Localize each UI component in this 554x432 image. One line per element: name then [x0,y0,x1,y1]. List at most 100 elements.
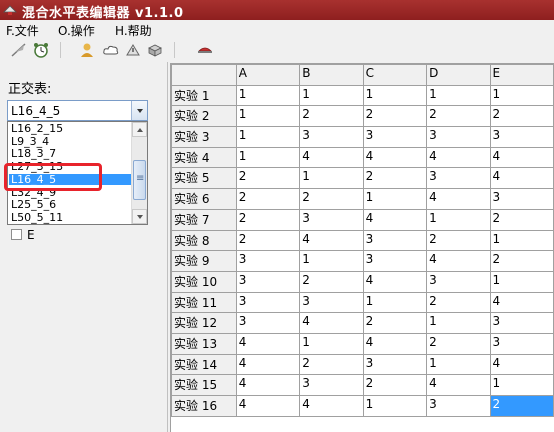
table-cell[interactable]: 3 [362,126,428,148]
menu-help[interactable]: H.帮助 [113,22,154,38]
table-cell[interactable]: 1 [235,126,301,148]
table-cell[interactable]: 4 [489,167,554,190]
table-cell[interactable]: 2 [299,270,364,293]
table-cell[interactable]: 1 [235,84,301,107]
table-cell[interactable]: 4 [299,229,364,252]
table-cell[interactable]: 1 [426,353,491,376]
table-cell[interactable]: 1 [489,229,554,252]
column-header[interactable]: A [235,64,301,86]
row-header[interactable]: 实验 3 [171,126,237,148]
table-cell[interactable]: 4 [362,332,428,355]
chevron-down-icon[interactable] [131,101,147,120]
feather-icon[interactable] [10,41,28,59]
table-cell[interactable]: 3 [362,229,428,252]
table-cell[interactable]: 4 [489,146,554,169]
table-cell[interactable]: 1 [426,208,491,231]
table-cell[interactable]: 3 [426,126,491,148]
row-header[interactable]: 实验 7 [171,208,237,231]
table-cell[interactable]: 4 [235,332,301,355]
table-cell[interactable]: 2 [426,291,491,314]
row-header[interactable]: 实验 4 [171,146,237,169]
table-cell[interactable]: 2 [489,395,554,417]
row-header[interactable]: 实验 5 [171,167,237,190]
warning-icon[interactable] [124,41,142,59]
table-cell[interactable]: 3 [426,395,491,417]
menu-operate[interactable]: O.操作 [56,22,97,38]
table-cell[interactable]: 4 [489,353,554,376]
row-header[interactable]: 实验 6 [171,188,237,210]
scroll-up-button[interactable] [132,122,147,137]
table-cell[interactable]: 2 [362,312,428,334]
dropdown-option[interactable]: L9_3_4 [9,136,131,147]
scroll-down-button[interactable] [132,209,147,224]
table-cell[interactable]: 1 [426,84,491,107]
table-cell[interactable]: 2 [426,229,491,252]
table-cell[interactable]: 2 [362,105,428,128]
table-cell[interactable]: 4 [362,270,428,293]
table-cell[interactable]: 1 [489,270,554,293]
table-cell[interactable]: 4 [235,395,301,417]
row-header[interactable]: 实验 10 [171,270,237,293]
table-cell[interactable]: 2 [489,105,554,128]
orthogonal-table-combobox[interactable]: L16_4_5 [7,100,148,121]
row-header[interactable]: 实验 16 [171,395,237,417]
table-cell[interactable]: 3 [299,126,364,148]
table-cell[interactable]: 4 [426,250,491,272]
table-cell[interactable]: 1 [299,332,364,355]
table-cell[interactable]: 3 [299,374,364,396]
table-cell[interactable]: 2 [235,229,301,252]
row-header[interactable]: 实验 1 [171,84,237,107]
row-header[interactable]: 实验 8 [171,229,237,252]
table-cell[interactable]: 2 [235,208,301,231]
cloud-icon[interactable] [102,41,120,59]
table-cell[interactable]: 3 [299,208,364,231]
table-cell[interactable]: 2 [426,105,491,128]
table-cell[interactable]: 2 [362,167,428,190]
table-cell[interactable]: 3 [362,353,428,376]
column-header[interactable]: D [426,64,491,86]
table-cell[interactable]: 1 [362,291,428,314]
column-header[interactable]: E [489,64,554,86]
table-cell[interactable]: 4 [299,146,364,169]
table-cell[interactable]: 3 [299,291,364,314]
table-cell[interactable]: 1 [299,84,364,107]
table-cell[interactable]: 4 [362,146,428,169]
table-cell[interactable]: 3 [489,188,554,210]
table-cell[interactable]: 4 [362,208,428,231]
table-cell[interactable]: 3 [489,312,554,334]
table-cell[interactable]: 2 [426,332,491,355]
table-cell[interactable]: 3 [426,270,491,293]
table-cell[interactable]: 3 [235,250,301,272]
dropdown-scrollbar[interactable] [131,122,147,224]
table-cell[interactable]: 3 [235,312,301,334]
row-header[interactable]: 实验 12 [171,312,237,334]
table-cell[interactable]: 4 [426,146,491,169]
table-cell[interactable]: 2 [299,105,364,128]
dropdown-option[interactable]: L25_5_6 [9,199,131,210]
dropdown-option[interactable]: L16_2_15 [9,123,131,134]
cap-icon[interactable] [196,41,214,59]
table-cell[interactable]: 2 [235,167,301,190]
table-cell[interactable]: 4 [426,374,491,396]
row-header[interactable]: 实验 9 [171,250,237,272]
scrollbar-thumb[interactable] [133,160,146,200]
table-cell[interactable]: 2 [489,208,554,231]
table-cell[interactable]: 1 [489,374,554,396]
table-cell[interactable]: 4 [299,395,364,417]
column-header[interactable]: B [299,64,364,86]
dropdown-option[interactable]: L18_3_7 [9,148,131,159]
box-icon[interactable] [146,41,164,59]
column-header[interactable]: C [362,64,428,86]
table-cell[interactable]: 1 [235,105,301,128]
table-cell[interactable]: 3 [489,126,554,148]
table-cell[interactable]: 3 [426,167,491,190]
table-cell[interactable]: 3 [489,332,554,355]
table-cell[interactable]: 1 [426,312,491,334]
table-cell[interactable]: 2 [362,374,428,396]
row-header[interactable]: 实验 2 [171,105,237,128]
table-cell[interactable]: 3 [362,250,428,272]
table-cell[interactable]: 4 [299,312,364,334]
row-header[interactable]: 实验 15 [171,374,237,396]
table-cell[interactable]: 2 [489,250,554,272]
table-cell[interactable]: 4 [489,291,554,314]
